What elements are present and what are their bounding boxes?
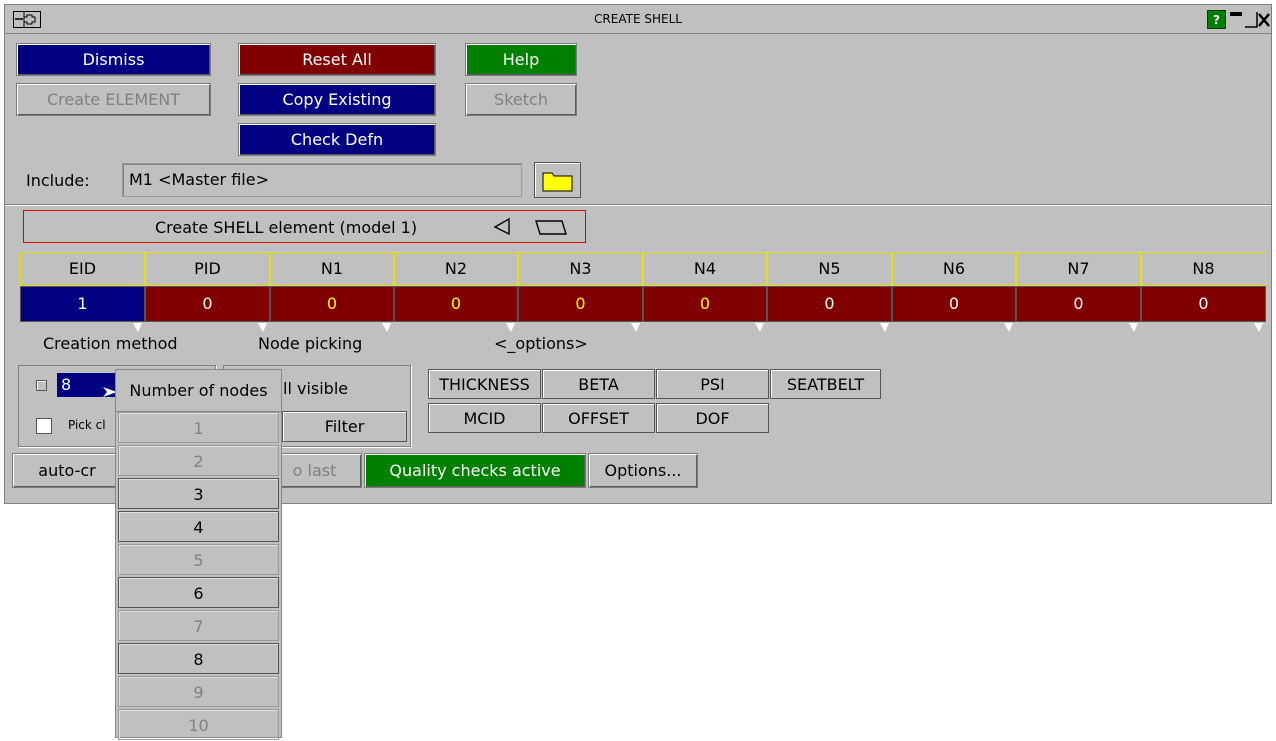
- maximize-icon[interactable]: [1244, 10, 1258, 29]
- folder-icon: [542, 169, 574, 197]
- beta-button[interactable]: BETA: [542, 369, 655, 399]
- col-header-n1: N1: [270, 252, 394, 286]
- dropdown-arrow-icon: [1129, 310, 1138, 332]
- n5-value: 0: [824, 294, 835, 313]
- dropdown-arrow-icon: [133, 310, 142, 332]
- dropdown-option-10[interactable]: 10: [118, 709, 279, 740]
- dropdown-option-7[interactable]: 7: [118, 610, 279, 641]
- banner-label: Create SHELL element (model 1): [155, 218, 418, 237]
- create-element-button[interactable]: Create ELEMENT: [16, 83, 211, 116]
- include-label: Include:: [26, 171, 90, 190]
- dropdown-arrow-icon: [1004, 310, 1013, 332]
- n2-value: 0: [450, 294, 462, 313]
- dropdown-option-3[interactable]: 3: [118, 478, 279, 509]
- nodes-count-value: 8: [61, 375, 72, 394]
- dropdown-option-2[interactable]: 2: [118, 445, 279, 476]
- auto-create-button[interactable]: auto-cr: [12, 453, 122, 488]
- dropdown-option-6[interactable]: 6: [118, 577, 279, 608]
- pid-value: 0: [202, 294, 213, 313]
- dof-button[interactable]: DOF: [656, 403, 769, 433]
- creation-method-label: Creation method: [43, 334, 178, 353]
- seatbelt-button[interactable]: SEATBELT: [770, 369, 881, 399]
- mcid-button[interactable]: MCID: [428, 403, 541, 433]
- dismiss-button[interactable]: Dismiss: [16, 43, 211, 76]
- dropdown-arrow-icon: [880, 310, 889, 332]
- options-button[interactable]: Options...: [588, 453, 698, 488]
- filter-button[interactable]: Filter: [282, 411, 407, 442]
- options-label: <_options>: [494, 334, 588, 353]
- n7-value: 0: [1073, 294, 1084, 313]
- n8-value: 0: [1198, 294, 1209, 313]
- triangle-icon[interactable]: [493, 217, 513, 241]
- dropdown-option-8[interactable]: 8: [118, 643, 279, 674]
- dropdown-arrow-icon: [755, 310, 764, 332]
- n2-field[interactable]: 0: [394, 286, 518, 332]
- n1-value: 0: [326, 294, 338, 313]
- col-header-n8: N8: [1141, 252, 1266, 286]
- dropdown-option-4[interactable]: 4: [118, 511, 279, 542]
- title-bar: CREATE SHELL ?: [5, 5, 1271, 34]
- reset-all-button[interactable]: Reset All: [238, 43, 436, 76]
- n1-field[interactable]: 0: [270, 286, 394, 332]
- dropdown-arrow-icon: [506, 310, 515, 332]
- nodes-count-select[interactable]: 8: [57, 373, 123, 397]
- n6-value: 0: [948, 294, 960, 313]
- help-icon[interactable]: ?: [1207, 10, 1226, 29]
- include-field[interactable]: M1 <Master file>: [122, 163, 522, 197]
- quality-checks-button[interactable]: Quality checks active: [364, 453, 586, 488]
- check-defn-button[interactable]: Check Defn: [238, 123, 436, 156]
- dropdown-option-5[interactable]: 5: [118, 544, 279, 575]
- close-icon[interactable]: [1257, 10, 1271, 29]
- n3-field[interactable]: 0: [518, 286, 643, 332]
- dropdown-arrow-icon: [258, 310, 267, 332]
- all-visible-option[interactable]: ll visible: [283, 379, 348, 398]
- create-shell-banner: Create SHELL element (model 1): [23, 210, 586, 243]
- n3-value: 0: [575, 294, 586, 313]
- divider: [5, 204, 1271, 206]
- number-of-nodes-dropdown: Number of nodes 1 2 3 4 5 6 7 8 9 10: [115, 369, 282, 740]
- n4-value: 0: [699, 294, 711, 313]
- col-header-n2: N2: [394, 252, 518, 286]
- dropdown-arrow-icon: [631, 310, 640, 332]
- offset-button[interactable]: OFFSET: [542, 403, 655, 433]
- n8-field[interactable]: 0: [1141, 286, 1266, 332]
- pick-checkbox[interactable]: [36, 418, 52, 434]
- n6-field[interactable]: 0: [892, 286, 1016, 332]
- eid-value: 1: [77, 294, 88, 313]
- dropdown-header: Number of nodes: [116, 370, 281, 412]
- col-header-n5: N5: [767, 252, 892, 286]
- col-header-n3: N3: [518, 252, 643, 286]
- n5-field[interactable]: 0: [767, 286, 892, 332]
- nodes-toggle[interactable]: [36, 380, 47, 391]
- n4-field[interactable]: 0: [643, 286, 767, 332]
- dropdown-arrow-icon: [1254, 310, 1263, 332]
- window-title: CREATE SHELL: [594, 12, 682, 26]
- col-header-n7: N7: [1016, 252, 1141, 286]
- copy-existing-button[interactable]: Copy Existing: [238, 83, 436, 116]
- psi-button[interactable]: PSI: [656, 369, 769, 399]
- eid-field[interactable]: 1: [20, 286, 145, 332]
- quad-icon[interactable]: [534, 219, 568, 241]
- col-header-n4: N4: [643, 252, 767, 286]
- col-header-n6: N6: [892, 252, 1016, 286]
- pid-field[interactable]: 0: [145, 286, 270, 332]
- folder-button[interactable]: [534, 162, 581, 198]
- help-button[interactable]: Help: [465, 43, 577, 76]
- dropdown-option-1[interactable]: 1: [118, 412, 279, 443]
- n7-field[interactable]: 0: [1016, 286, 1141, 332]
- pick-label: Pick cl: [68, 418, 106, 432]
- dropdown-option-9[interactable]: 9: [118, 676, 279, 707]
- node-picking-label: Node picking: [258, 334, 363, 353]
- sketch-button[interactable]: Sketch: [465, 83, 577, 116]
- col-header-pid: PID: [145, 252, 270, 286]
- minimize-icon[interactable]: [1228, 10, 1244, 29]
- dropdown-arrow-icon: [382, 310, 391, 332]
- col-header-eid: EID: [20, 252, 145, 286]
- thickness-button[interactable]: THICKNESS: [428, 369, 541, 399]
